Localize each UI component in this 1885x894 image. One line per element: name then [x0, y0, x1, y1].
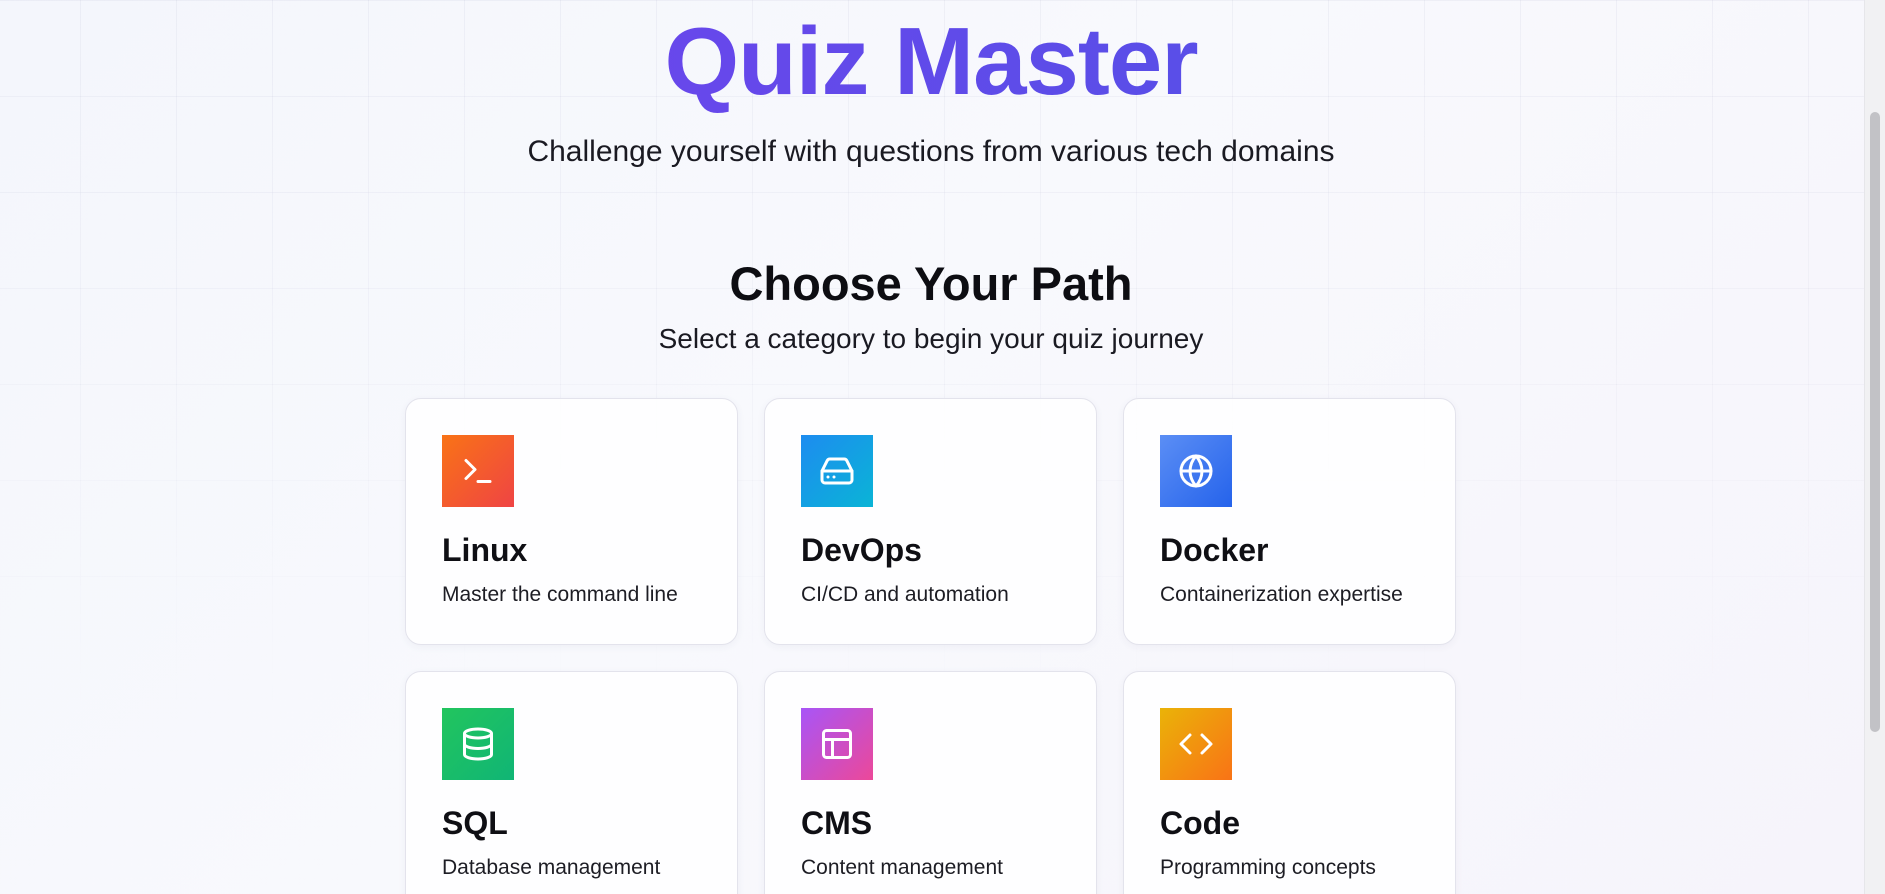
- category-card-devops[interactable]: DevOps CI/CD and automation: [764, 398, 1097, 645]
- globe-icon: [1160, 435, 1232, 507]
- category-card-cms[interactable]: CMS Content management: [764, 671, 1097, 894]
- category-card-code[interactable]: Code Programming concepts: [1123, 671, 1456, 894]
- vertical-scrollbar[interactable]: [1864, 0, 1885, 894]
- category-description: Containerization expertise: [1160, 583, 1403, 606]
- server-drive-icon: [801, 435, 873, 507]
- category-card-docker[interactable]: Docker Containerization expertise: [1123, 398, 1456, 645]
- category-description: Database management: [442, 856, 661, 879]
- quiz-home-page: Quiz Master Challenge yourself with ques…: [0, 0, 1885, 894]
- category-card-sql[interactable]: SQL Database management: [405, 671, 738, 894]
- section-subtitle: Select a category to begin your quiz jou…: [658, 323, 1204, 354]
- category-title: Code: [1160, 805, 1240, 841]
- category-title: Linux: [442, 532, 528, 568]
- category-grid: Linux Master the command line DevOps CI/…: [405, 398, 1457, 894]
- section-title: Choose Your Path: [729, 257, 1133, 310]
- category-description: CI/CD and automation: [801, 583, 1009, 606]
- category-title: SQL: [442, 805, 508, 841]
- database-icon: [442, 708, 514, 780]
- category-description: Content management: [801, 856, 1003, 879]
- app-title: Quiz Master: [0, 6, 1862, 118]
- scrollbar-thumb[interactable]: [1870, 112, 1880, 732]
- category-card-linux[interactable]: Linux Master the command line: [405, 398, 738, 645]
- terminal-icon: [442, 435, 514, 507]
- category-description: Programming concepts: [1160, 856, 1376, 879]
- category-title: DevOps: [801, 532, 922, 568]
- layout-icon: [801, 708, 873, 780]
- category-title: Docker: [1160, 532, 1269, 568]
- code-icon: [1160, 708, 1232, 780]
- category-description: Master the command line: [442, 583, 678, 606]
- category-title: CMS: [801, 805, 873, 841]
- app-subtitle: Challenge yourself with questions from v…: [527, 135, 1335, 168]
